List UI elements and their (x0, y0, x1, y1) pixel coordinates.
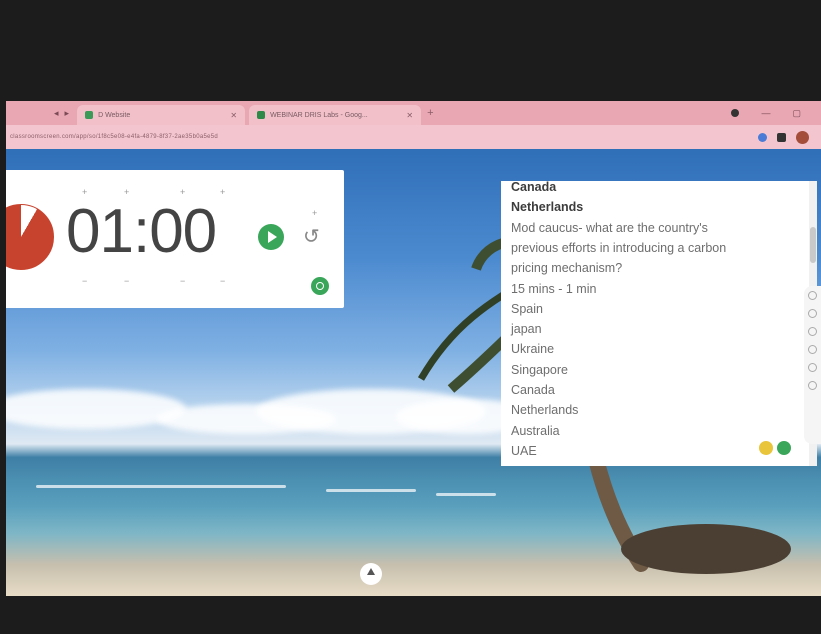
note-line: Netherlands (511, 200, 584, 215)
tab-webinar[interactable]: WEBINAR DRIS Labs - Goog... ✕ (249, 105, 422, 125)
emoji-icon[interactable] (759, 441, 773, 455)
tab-favicon-icon (85, 111, 94, 119)
note-line: Canada (511, 181, 557, 194)
note-line: Netherlands (511, 403, 579, 418)
url-field[interactable]: classroomscreen.com/app/so/1f8c5e08-e4fa… (10, 134, 218, 140)
note-line: Mod caucus- what are the country's (511, 220, 708, 235)
note-line: Spain (511, 301, 543, 316)
tab-website[interactable]: D Website ✕ (77, 105, 246, 125)
tool-icon[interactable] (808, 345, 817, 354)
note-line: previous efforts in introducing a carbon (511, 240, 727, 255)
note-line: 15 mins - 1 min (511, 281, 597, 296)
tab-favicon-icon (257, 111, 266, 119)
video-frame: ◂ ▸ D Website ✕ WEBINAR DRIS Labs - Goog.… (0, 0, 821, 634)
scrollbar-thumb[interactable] (810, 227, 816, 263)
tick-mark[interactable]: − (180, 276, 185, 286)
timer-widget: + + + + − − − − 01:00 ↺ + (6, 170, 344, 308)
tool-icon[interactable] (808, 381, 817, 390)
tool-icon[interactable] (808, 291, 817, 300)
smile-icon[interactable] (777, 441, 791, 455)
tick-mark[interactable]: − (220, 276, 225, 286)
screen-share: ◂ ▸ D Website ✕ WEBINAR DRIS Labs - Goog.… (6, 101, 821, 596)
minimize-icon[interactable]: — (761, 108, 770, 118)
tab-nav-arrows[interactable]: ◂ ▸ (54, 108, 69, 119)
close-tab-icon[interactable]: ✕ (230, 111, 237, 120)
tool-icon[interactable] (808, 363, 817, 372)
note-line: Singapore (511, 362, 568, 377)
reset-icon[interactable]: ↺ (303, 224, 320, 249)
note-line: Australia (511, 423, 560, 438)
close-tab-icon[interactable]: ✕ (406, 111, 413, 120)
extensions (758, 130, 809, 144)
record-icon (731, 109, 740, 117)
note-line: japan (511, 322, 542, 337)
timer-pie (6, 204, 54, 270)
tool-icon[interactable] (808, 309, 817, 318)
address-bar: classroomscreen.com/app/so/1f8c5e08-e4fa… (6, 125, 821, 149)
tool-icon[interactable] (808, 327, 817, 336)
tick-mark[interactable]: + (312, 208, 317, 218)
window-controls: — ▢ (731, 108, 801, 119)
tab-label: WEBINAR DRIS Labs - Goog... (270, 111, 368, 119)
notes-panel[interactable]: Canada Netherlands Mod caucus- what are th… (501, 181, 817, 466)
arrow-up-icon[interactable] (360, 563, 382, 585)
timer-display: 01:00 (66, 197, 217, 266)
note-line: pricing mechanism? (511, 261, 623, 276)
tick-mark[interactable]: − (124, 276, 129, 286)
tick-mark[interactable]: + (220, 187, 225, 197)
avatar[interactable] (796, 130, 809, 144)
new-tab-icon[interactable]: + (427, 107, 433, 119)
extension-icon[interactable] (758, 132, 767, 142)
tab-label: D Website (98, 111, 131, 119)
play-icon[interactable] (258, 224, 284, 250)
right-toolbar (804, 286, 821, 444)
browser-tab-bar: ◂ ▸ D Website ✕ WEBINAR DRIS Labs - Goog.… (6, 101, 821, 125)
note-line: UAE (511, 443, 537, 458)
note-line: Ukraine (511, 342, 555, 357)
maximize-icon[interactable]: ▢ (792, 108, 801, 119)
puzzle-icon[interactable] (777, 132, 786, 142)
settings-icon[interactable] (311, 277, 329, 295)
tick-mark[interactable]: − (82, 276, 87, 286)
note-line: Canada (511, 383, 555, 397)
